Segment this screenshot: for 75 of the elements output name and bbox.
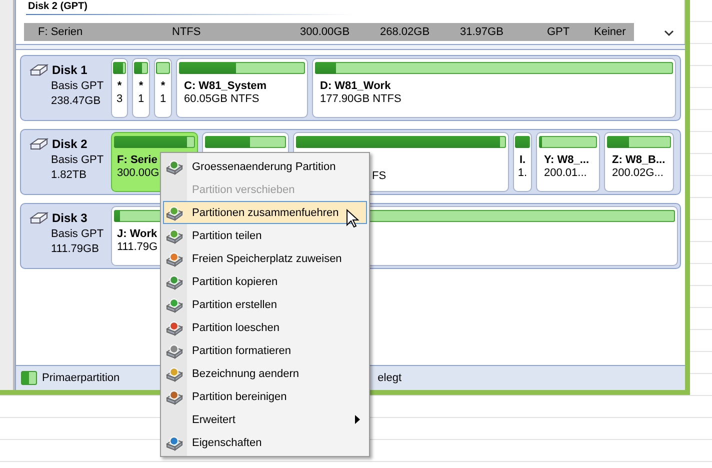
partition-block[interactable]: D: W81_Work 177.90GB NTFS [312,58,676,118]
drive-icon [166,320,184,336]
menu-item[interactable]: Bezeichnung aendern [163,362,367,385]
partition-block[interactable]: * 3 [111,58,128,118]
legend-label: elegt [378,372,402,384]
partition-label: C: W81_System [184,80,267,92]
menu-item[interactable]: Partition bereinigen [163,385,367,408]
partition-detail: 200.02G... [612,167,664,179]
table-cell: 31.97GB [460,26,504,38]
partition-block[interactable]: Z: W8_B... 200.02G... [604,132,674,192]
partition-label: Y: W8_... [544,154,590,166]
partition-detail: 200.01... [544,167,587,179]
drive-icon [166,274,184,290]
partition-label: * [138,80,144,92]
partition-label: * [160,80,166,92]
disk-size: 238.47GB [50,95,102,107]
table-cell: 268.02GB [380,26,430,38]
partition-detail: FS [372,170,386,182]
splitter-handle[interactable] [16,44,685,50]
partition-block[interactable]: C: W81_System 60.05GB NTFS [176,58,308,118]
menu-item[interactable]: Eigenschaften [163,431,367,454]
partition-label: J: Work [117,228,158,240]
drive-icon [166,342,184,358]
table-cell: Keiner [594,26,626,38]
drive-icon [166,388,184,404]
partition-detail: 60.05GB NTFS [184,93,260,105]
partition-row[interactable]: F: Serien NTFS 300.00GB 268.02GB 31.97GB GPT Keiner [24,23,634,41]
menu-item[interactable]: Partitionen zusammenfuehren [163,201,367,224]
drive-icon [166,434,184,450]
partition-detail: 300.00G [117,167,160,179]
legend-label: Primaerpartition [42,372,120,384]
partition-label: * [117,80,122,92]
partition-block[interactable]: I. 1. [513,132,532,192]
partition-block[interactable]: * 1 [154,58,172,118]
drive-icon [166,158,184,174]
partition-block[interactable]: Y: W8_... 200.01... [536,132,600,192]
partition-detail: 177.90GB NTFS [320,93,402,105]
menu-item[interactable]: Erweitert [163,408,367,431]
drive-icon [166,366,184,382]
drive-icon [166,250,184,266]
disk-name: Disk 2 [52,137,88,151]
partition-label: F: Serie [117,154,158,166]
menu-item[interactable]: Partition loeschen [163,316,367,339]
drive-icon [166,296,184,312]
table-cell: F: Serien [38,26,83,38]
table-cell: 300.00GB [300,26,350,38]
partition-detail: 1 [138,93,144,105]
menu-item[interactable]: Partition formatieren [163,339,367,362]
partition-label: Z: W8_B... [612,154,666,166]
table-cell: NTFS [172,26,201,38]
partition-label: D: W81_Work [320,80,391,92]
menu-item[interactable]: Partition kopieren [163,270,367,293]
list-header: Disk 2 (GPT) [28,1,88,13]
partition-label: I. [519,154,526,166]
disk-type: Basis GPT [50,154,105,166]
menu-item[interactable]: Partition erstellen [163,293,367,316]
drive-icon [166,204,184,220]
disk-size: 1.82TB [50,169,88,181]
partition-detail: 1. [518,167,528,179]
table-cell: GPT [547,26,570,38]
disk-name: Disk 3 [52,211,88,225]
disk-type: Basis GPT [50,228,105,240]
partition-detail: 3 [116,93,123,105]
drive-icon [166,228,184,244]
disk-type: Basis GPT [50,80,105,92]
menu-item[interactable]: Partition teilen [163,224,367,247]
disk-name: Disk 1 [52,63,88,77]
disk-size: 111.79GB [50,243,100,255]
mouse-pointer-icon [346,209,360,229]
submenu-arrow-icon [355,415,360,424]
scroll-down-icon[interactable] [664,30,674,37]
partition-detail: 1 [160,93,166,105]
legend-swatch [21,371,37,385]
partition-detail: 111.79G [117,241,158,253]
partition-block[interactable]: * 1 [132,58,150,118]
